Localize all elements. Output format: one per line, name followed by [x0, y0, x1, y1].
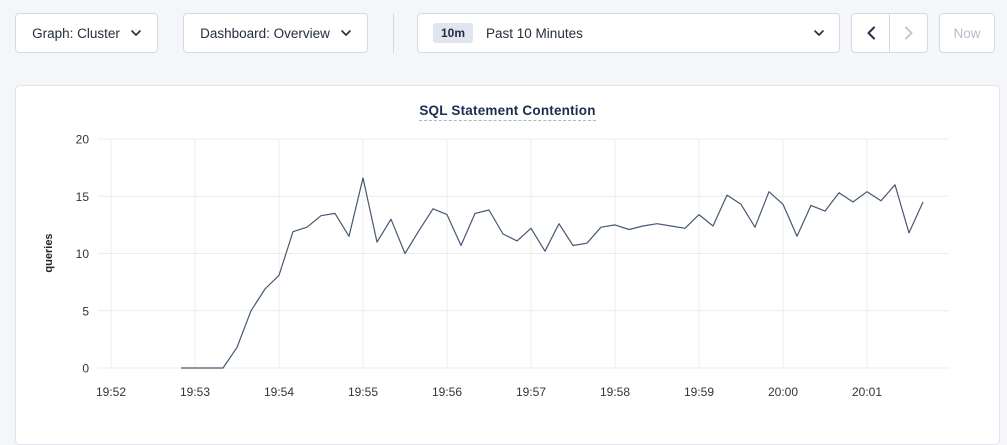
contention-chart[interactable]: 0 5 10 15 20 19:52 19:53 19:54 19:55 19:56 19:57 19… — [16, 121, 1001, 421]
y-tick-label: 10 — [76, 247, 90, 261]
x-tick-label: 19:56 — [432, 385, 462, 399]
x-tick-label: 19:57 — [516, 385, 546, 399]
x-tick-label: 20:01 — [852, 385, 882, 399]
chevron-down-icon — [341, 30, 351, 36]
x-tick-label: 20:00 — [768, 385, 798, 399]
time-nav-group — [851, 13, 928, 53]
time-window-label: Past 10 Minutes — [486, 26, 583, 41]
x-tick-label: 19:54 — [264, 385, 294, 399]
y-tick-label: 5 — [82, 304, 89, 318]
chevron-down-icon — [814, 30, 824, 36]
chevron-down-icon — [131, 30, 141, 36]
x-tick-label: 19:59 — [684, 385, 714, 399]
toolbar-divider — [393, 13, 394, 53]
contention-line — [181, 178, 923, 368]
graph-dropdown-label: Graph: Cluster — [32, 26, 120, 41]
chart-title-row: SQL Statement Contention — [16, 102, 999, 121]
now-button-label: Now — [953, 26, 980, 41]
y-axis-label: queries — [43, 233, 55, 272]
chart-card: SQL Statement Contention 0 5 10 15 20 19:52 19… — [15, 85, 1000, 445]
time-next-button[interactable] — [889, 14, 927, 52]
y-tick-label: 20 — [76, 133, 90, 147]
graph-dropdown[interactable]: Graph: Cluster — [15, 13, 158, 53]
time-window-dropdown[interactable]: 10m Past 10 Minutes — [417, 13, 840, 53]
chevron-left-icon — [866, 26, 876, 40]
dashboard-dropdown-label: Dashboard: Overview — [200, 26, 330, 41]
x-tick-label: 19:53 — [180, 385, 210, 399]
y-tick-label: 15 — [76, 190, 90, 204]
chart-title[interactable]: SQL Statement Contention — [419, 103, 595, 121]
time-window-badge: 10m — [433, 23, 473, 43]
time-prev-button[interactable] — [852, 14, 889, 52]
chevron-right-icon — [904, 26, 914, 40]
x-tick-label: 19:52 — [96, 385, 126, 399]
dashboard-dropdown[interactable]: Dashboard: Overview — [183, 13, 368, 53]
y-tick-label: 0 — [82, 362, 89, 376]
x-tick-label: 19:55 — [348, 385, 378, 399]
now-button[interactable]: Now — [939, 13, 995, 53]
x-tick-label: 19:58 — [600, 385, 630, 399]
